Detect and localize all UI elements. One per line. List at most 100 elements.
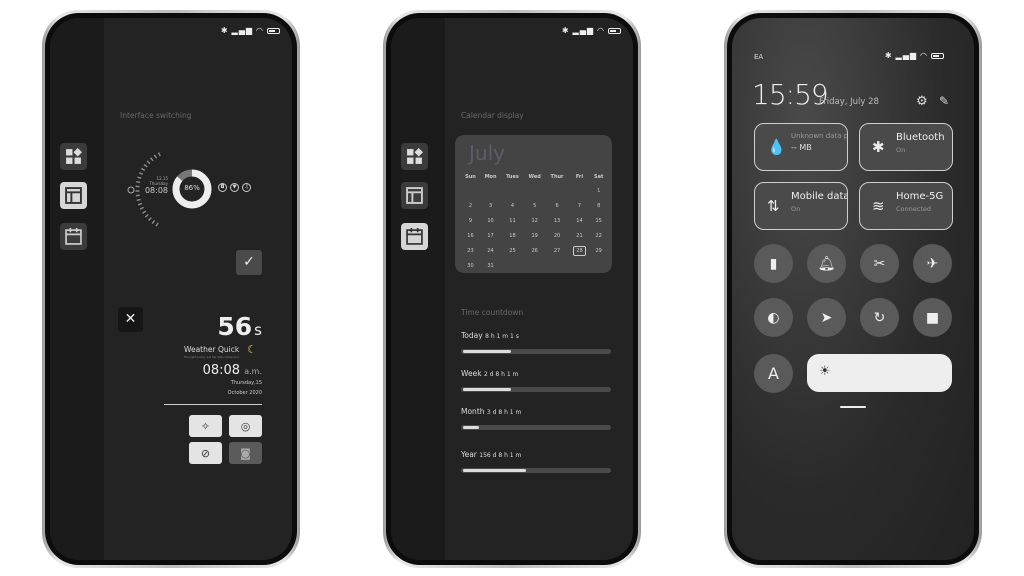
calendar-day[interactable]: 22: [590, 228, 607, 243]
clock: 15:59: [752, 78, 829, 111]
calendar-day[interactable]: 6: [546, 198, 569, 213]
calendar-day[interactable]: 13: [546, 213, 569, 228]
calendar-day[interactable]: 1: [590, 183, 607, 198]
calendar-day[interactable]: 15: [590, 213, 607, 228]
countdown-progress-bar: [461, 349, 611, 354]
day-number: 4: [510, 202, 515, 209]
calendar-day: [524, 258, 546, 273]
calendar-day[interactable]: 11: [501, 213, 524, 228]
screen-record-toggle[interactable]: ■: [913, 298, 952, 337]
calendar-day[interactable]: 29: [590, 243, 607, 258]
camera-button[interactable]: ◙: [229, 442, 262, 464]
calendar-day[interactable]: 18: [501, 228, 524, 243]
day-number: 15: [595, 217, 602, 224]
day-number: 20: [553, 232, 561, 239]
day-number: 8: [597, 202, 601, 209]
rotation-lock-toggle[interactable]: ↻: [860, 298, 899, 337]
target-button[interactable]: ◎: [229, 415, 262, 437]
wifi-tile[interactable]: ≋ Home-5G Connected: [859, 182, 953, 230]
calendar-day[interactable]: 16: [461, 228, 480, 243]
bluetooth-tile[interactable]: ✱ Bluetooth On: [859, 123, 953, 171]
screenshot-toggle[interactable]: ✂: [860, 244, 899, 283]
flashlight-toggle[interactable]: ▮: [754, 244, 793, 283]
calendar-day: [590, 258, 607, 273]
water-drop-icon: 💧: [767, 138, 786, 156]
silent-toggle[interactable]: 🔔︎: [807, 244, 846, 283]
calendar-day: [569, 183, 591, 198]
signal-icon: ▂▄▆: [895, 51, 918, 60]
section-title: Interface switching: [120, 111, 192, 120]
day-number: 29: [595, 247, 602, 254]
calendar-day: [569, 258, 591, 273]
calendar-tab[interactable]: [401, 223, 428, 250]
music-icon[interactable]: ♫: [242, 183, 251, 192]
calendar-day[interactable]: 25: [501, 243, 524, 258]
calendar-day[interactable]: 10: [480, 213, 501, 228]
interface-tab[interactable]: [401, 182, 428, 209]
photo-filter-button[interactable]: ✧: [189, 415, 222, 437]
day-number: 17: [487, 232, 494, 239]
calendar-day[interactable]: 4: [501, 198, 524, 213]
month-year: October 2020: [227, 390, 262, 396]
calendar-day[interactable]: 14: [569, 213, 591, 228]
day-number: 11: [509, 217, 516, 224]
day-number: 23: [467, 247, 474, 254]
confirm-button[interactable]: ✓: [236, 250, 262, 275]
calendar-day[interactable]: 31: [480, 258, 501, 273]
camera-icon[interactable]: ◘: [218, 183, 227, 192]
day-number: 25: [509, 247, 516, 254]
dark-mode-toggle[interactable]: ◐: [754, 298, 793, 337]
calendar-day[interactable]: 21: [569, 228, 591, 243]
calendar-day[interactable]: 12: [524, 213, 546, 228]
auto-brightness-toggle[interactable]: A: [754, 354, 793, 393]
brightness-slider[interactable]: ☀: [807, 354, 952, 392]
edit-icon[interactable]: ✎: [939, 94, 949, 108]
calendar-day[interactable]: 26: [524, 243, 546, 258]
calendar-day[interactable]: 19: [524, 228, 546, 243]
clock: 08:08 a.m.: [202, 363, 262, 378]
calendar-day[interactable]: 5: [524, 198, 546, 213]
wifi-icon: ≋: [872, 197, 885, 215]
apps-icon: [407, 148, 423, 164]
calendar-day[interactable]: 24: [480, 243, 501, 258]
shirt-icon[interactable]: ▼: [230, 183, 239, 192]
countdown-value: 2 d 8 h 1 m: [483, 371, 519, 378]
seconds-counter: 56 s: [217, 312, 262, 341]
interface-tab[interactable]: [60, 182, 87, 209]
compass-button[interactable]: ⊘: [189, 442, 222, 464]
day-number: 22: [595, 232, 602, 239]
mobile-data-tile[interactable]: ⇅ Mobile data On: [754, 182, 848, 230]
day-number: 2: [468, 202, 473, 209]
countdown-label: Week: [461, 369, 482, 378]
divider: [164, 404, 262, 405]
calendar-week: 30 31: [461, 258, 607, 273]
calendar-day[interactable]: 8: [590, 198, 607, 213]
compass-icon: ⊘: [200, 446, 211, 460]
calendar-day[interactable]: 17: [480, 228, 501, 243]
settings-icon[interactable]: ⚙: [916, 94, 928, 109]
close-button[interactable]: ✕: [118, 307, 143, 332]
calendar-day[interactable]: 7: [569, 198, 591, 213]
calendar-day[interactable]: 20: [546, 228, 569, 243]
bluetooth-icon: ✱: [884, 51, 893, 60]
calendar-day[interactable]: 2: [461, 198, 480, 213]
calendar-day[interactable]: 9: [461, 213, 480, 228]
countdown-section-title: Time countdown: [461, 308, 524, 317]
home-indicator[interactable]: [840, 406, 866, 408]
apps-icon: [66, 148, 82, 164]
calendar-day[interactable]: 30: [461, 258, 480, 273]
calendar-day[interactable]: 28: [569, 243, 591, 258]
location-toggle[interactable]: ➤: [807, 298, 846, 337]
calendar-grid: Sun Mon Tues Wed Thur Fri Sat 1 2 3 4 5 6 7 8 9 10 11 12 13…: [461, 171, 607, 273]
calendar-day[interactable]: 27: [546, 243, 569, 258]
calendar-day[interactable]: 23: [461, 243, 480, 258]
calendar-day[interactable]: 3: [480, 198, 501, 213]
layout-icon: [65, 187, 82, 204]
widgets-tab[interactable]: [401, 143, 428, 170]
data-usage-tile[interactable]: 💧Unknown data plan-- MB: [754, 123, 848, 171]
calendar-tab[interactable]: [60, 223, 87, 250]
target-icon: ◎: [240, 419, 251, 433]
airplane-toggle[interactable]: ✈: [913, 244, 952, 283]
side-panel: [50, 18, 104, 560]
widgets-tab[interactable]: [60, 143, 87, 170]
